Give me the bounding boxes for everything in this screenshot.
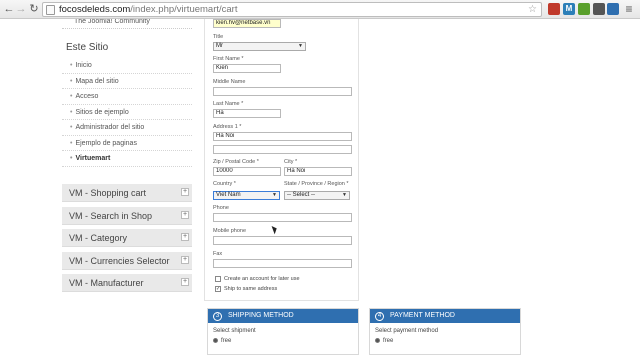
shipping-method-box: 3 SHIPPING METHOD Select shipment free [207,308,359,355]
extension-icon-2[interactable]: M [563,3,575,15]
phone-label: Phone [213,205,229,211]
last-name-field[interactable]: Ha [213,109,281,118]
state-select-value: -- Select -- [287,192,316,198]
fax-field[interactable] [213,259,352,268]
reload-icon[interactable]: ↻ [27,2,41,16]
chevron-down-icon: ▼ [298,43,303,49]
extension-icon-3[interactable] [578,3,590,15]
sidebar-item-label: Administrador del sitio [75,124,145,131]
module-label: VM - Shopping cart [69,188,147,198]
zip-label: Zip / Postal Code * [213,159,259,165]
sidebar-item-label: Mapa del sitio [75,77,119,85]
create-account-checkbox[interactable] [215,276,221,282]
create-account-label: Create an account for later use [224,276,300,282]
phone-field[interactable] [213,213,352,222]
module-category[interactable]: VM - Category + [62,229,192,247]
fax-label: Fax [213,251,223,257]
chevron-down-icon: ▼ [342,192,347,198]
extension-icon-4[interactable] [593,3,605,15]
sidebar-item-label: Sitios de ejemplo [75,108,129,116]
expand-icon[interactable]: + [181,210,189,219]
browser-toolbar: ← → ↻ focosdeleds.com/index.php/virtuema… [0,0,640,19]
module-label: VM - Currencies Selector [69,255,170,266]
step-number: 3 [213,311,222,321]
url-host: focosdeleds.com [59,4,131,15]
title-select[interactable]: Mr ▼ [213,42,306,51]
url-path: /index.php/virtuemart/cart [130,4,238,15]
first-name-label: First Name * [213,56,244,62]
sidebar-item-mapa[interactable]: • Mapa del sitio [62,74,192,89]
module-manufacturer[interactable]: VM - Manufacturer + [62,274,192,292]
expand-icon[interactable]: + [181,188,189,196]
middle-name-label: Middle Name [213,79,246,85]
mobile-label: Mobile phone [213,228,247,234]
country-label: Country * [213,181,236,187]
sidebar-menu: • Inicio • Mapa del sitio • Acceso • Sitios … [62,58,192,167]
address1-field[interactable]: Ha Noi [213,132,352,141]
sidebar-item-label: Acceso [75,93,99,100]
zip-field[interactable]: 10000 [213,167,281,176]
state-select[interactable]: -- Select -- ▼ [284,191,350,200]
module-currencies[interactable]: VM - Currencies Selector + [62,251,192,270]
page-icon [46,5,55,15]
sidebar-item-admin[interactable]: • Administrador del sitio [62,120,192,136]
sidebar-item-label: Inicio [75,62,92,69]
sidebar-title: Este Sitio [66,42,109,53]
radio-selected-icon[interactable] [213,338,218,343]
module-search[interactable]: VM - Search in Shop + [62,206,192,225]
mobile-field[interactable] [213,236,352,245]
title-select-value: Mr [216,43,223,49]
community-link[interactable]: The Joomla! Community [62,19,192,29]
first-name-field[interactable]: Kien [213,64,281,73]
sidebar-item-ejemplo[interactable]: • Ejemplo de paginas [62,136,192,151]
country-select-value: Viet Nam [216,192,241,198]
expand-icon[interactable]: + [181,278,189,286]
city-label: City * [284,159,298,165]
payment-option[interactable]: free [370,334,520,344]
module-label: VM - Category [69,233,128,243]
address-bar[interactable]: focosdeleds.com/index.php/virtuemart/car… [42,2,542,17]
last-name-label: Last Name * [213,101,244,107]
module-label: VM - Search in Shop [69,210,153,221]
country-select[interactable]: Viet Nam ▼ [213,191,280,200]
step-number: 4 [375,311,384,321]
forward-icon[interactable]: → [14,2,28,16]
payment-method-title: PAYMENT METHOD [390,312,455,319]
ship-same-checkbox[interactable]: ✓ [215,286,221,292]
expand-icon[interactable]: + [181,255,189,264]
sidebar-item-label: Virtuemart [75,155,111,162]
sidebar-item-virtuemart[interactable]: • Virtuemart [62,151,192,167]
sidebar-item-inicio[interactable]: • Inicio [62,58,192,74]
sidebar-item-label: Ejemplo de paginas [75,139,137,147]
vm-modules: VM - Shopping cart + VM - Search in Shop +… [62,184,192,297]
module-shopping-cart[interactable]: VM - Shopping cart + [62,184,192,202]
extension-icon-1[interactable] [548,3,560,15]
radio-selected-icon[interactable] [375,338,380,343]
address1-label: Address 1 * [213,124,242,130]
bookmark-star-icon[interactable]: ☆ [528,3,537,16]
shipping-method-title: SHIPPING METHOD [228,312,294,319]
expand-icon[interactable]: + [181,233,189,241]
middle-name-field[interactable] [213,87,352,96]
email-field[interactable]: kien.hv@netbase.vn [213,19,281,28]
city-field[interactable]: Ha Noi [284,167,352,176]
payment-option-label: free [383,338,394,345]
payment-method-box: 4 PAYMENT METHOD Select payment method f… [369,308,521,355]
payment-method-subtitle: Select payment method [375,328,439,334]
state-label: State / Province / Region * [284,181,349,187]
sidebar-item-sitios[interactable]: • Sitios de ejemplo [62,105,192,120]
shipping-option-label: free [221,338,232,345]
menu-icon[interactable]: ≡ [622,2,636,16]
shipping-option[interactable]: free [208,334,358,344]
shipping-method-header: 3 SHIPPING METHOD [208,309,358,323]
ship-same-label: Ship to same address [224,286,278,292]
payment-method-header: 4 PAYMENT METHOD [370,309,520,323]
module-label: VM - Manufacturer [69,278,144,288]
address2-field[interactable] [213,145,352,154]
shipping-method-subtitle: Select shipment [213,328,256,334]
chevron-down-icon: ▼ [272,192,277,198]
sidebar-item-acceso[interactable]: • Acceso [62,89,192,105]
title-label: Title [213,34,224,40]
extension-icon-5[interactable] [607,3,619,15]
